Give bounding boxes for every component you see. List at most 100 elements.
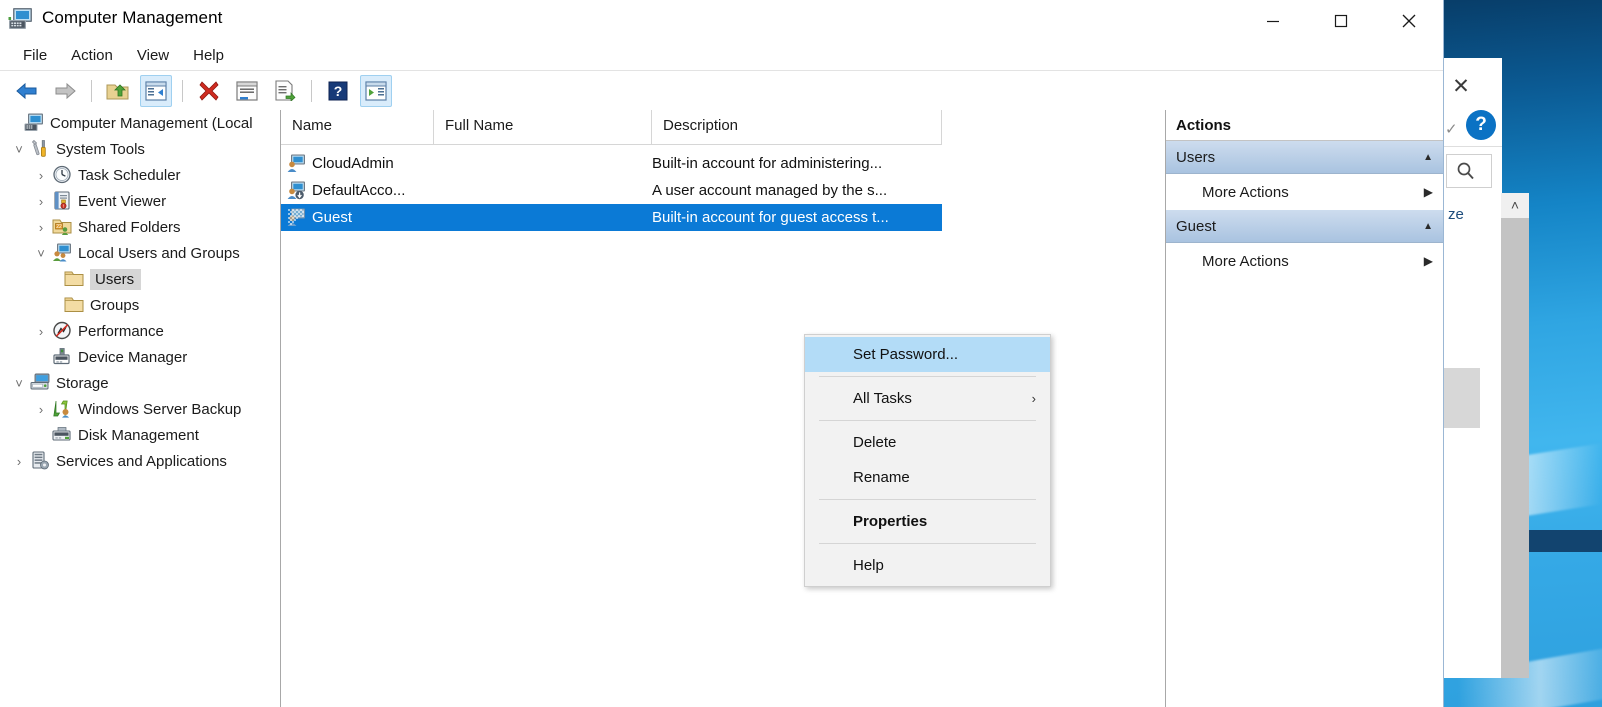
context-menu-item-delete[interactable]: Delete (805, 425, 1050, 460)
actions-item-label: More Actions (1202, 184, 1289, 201)
minimize-icon (1265, 13, 1281, 29)
cell-description: A user account managed by the s... (652, 182, 942, 199)
tree-item-windows-server-backup[interactable]: › Windows Server Backup (0, 396, 280, 422)
svg-text:22: 22 (56, 224, 62, 230)
twisty-collapsed-icon[interactable]: › (30, 168, 52, 183)
context-menu-item-all-tasks[interactable]: All Tasks › (805, 381, 1050, 416)
help-circle-icon[interactable]: ? (1466, 110, 1496, 140)
toolbar: ? (0, 71, 1443, 111)
tree-item-users[interactable]: Users (0, 266, 280, 292)
twisty-collapsed-icon[interactable]: › (30, 402, 52, 417)
context-menu[interactable]: Set Password... All Tasks › Delete Renam… (804, 334, 1051, 587)
table-row[interactable]: CloudAdmin Built-in account for administ… (281, 150, 1165, 177)
twisty-expanded-icon[interactable]: ˅ (8, 376, 30, 391)
twisty-expanded-icon[interactable]: ˅ (30, 246, 52, 261)
show-hide-console-tree-button[interactable] (140, 75, 172, 107)
actions-group-header-guest[interactable]: Guest ▲ (1166, 210, 1443, 243)
menu-bar: File Action View Help (0, 41, 1443, 71)
title-bar: Computer Management (0, 0, 1443, 41)
tree-item-label: Local Users and Groups (78, 245, 246, 262)
users-list-pane[interactable]: Name Full Name Description (281, 110, 1166, 707)
tree-item-disk-management[interactable]: Disk Management (0, 422, 280, 448)
column-header-full-name[interactable]: Full Name (434, 110, 652, 144)
search-input[interactable] (1446, 154, 1492, 188)
tree-item-event-viewer[interactable]: › ! Event Viewer (0, 188, 280, 214)
context-menu-item-properties[interactable]: Properties (805, 504, 1050, 539)
user-name: CloudAdmin (312, 155, 394, 172)
up-one-level-button[interactable] (102, 75, 134, 107)
actions-item-more-actions-guest[interactable]: More Actions ▶ (1166, 243, 1443, 279)
shared-folders-icon: 22 (52, 217, 72, 237)
local-users-groups-icon (52, 243, 72, 263)
menu-view[interactable]: View (126, 44, 180, 67)
delete-button[interactable] (193, 75, 225, 107)
properties-button[interactable] (231, 75, 263, 107)
background-window[interactable]: ✕ ✓ ? ze (1443, 58, 1502, 678)
menu-file[interactable]: File (12, 44, 58, 67)
close-button[interactable] (1379, 0, 1439, 41)
tree-item-services-and-applications[interactable]: › Services and Applications (0, 448, 280, 474)
performance-icon (52, 321, 72, 341)
context-menu-item-label: Rename (853, 469, 910, 486)
properties-icon (236, 81, 258, 101)
context-menu-item-label: Set Password... (853, 346, 958, 363)
twisty-expanded-icon[interactable]: ˅ (8, 142, 30, 157)
context-menu-item-label: All Tasks (853, 390, 912, 407)
minimize-button[interactable] (1243, 0, 1303, 41)
forward-button[interactable] (49, 75, 81, 107)
tree-item-label: Shared Folders (78, 219, 187, 236)
actions-group-header-users[interactable]: Users ▲ (1166, 141, 1443, 174)
context-menu-item-rename[interactable]: Rename (805, 460, 1050, 495)
tree-item-label: Storage (56, 375, 115, 392)
actions-pane-title: Actions (1166, 110, 1443, 141)
actions-item-more-actions-users[interactable]: More Actions ▶ (1166, 174, 1443, 210)
tree-item-system-tools[interactable]: ˅ System Tools (0, 136, 280, 162)
tree-item-computer-management[interactable]: Computer Management (Local (0, 110, 280, 136)
tree-item-groups[interactable]: Groups (0, 292, 280, 318)
chevron-up-icon[interactable]: ▲ (1423, 221, 1433, 232)
twisty-collapsed-icon[interactable]: › (8, 454, 30, 469)
chevron-up-icon[interactable]: ▲ (1423, 152, 1433, 163)
chevron-right-icon: ▶ (1424, 254, 1433, 268)
search-magnifier-icon (1456, 161, 1476, 181)
system-tools-icon (30, 139, 50, 159)
tree-item-local-users-and-groups[interactable]: ˅ Local Users and Groups (0, 240, 280, 266)
column-header-description[interactable]: Description (652, 110, 942, 144)
menu-action[interactable]: Action (60, 44, 124, 67)
folder-icon (64, 269, 84, 289)
context-menu-item-help[interactable]: Help (805, 548, 1050, 583)
tree-item-shared-folders[interactable]: › 22 Shared Folders (0, 214, 280, 240)
cell-name: CloudAdmin (281, 154, 434, 173)
close-icon[interactable]: ✕ (1450, 76, 1472, 98)
export-list-button[interactable] (269, 75, 301, 107)
twisty-collapsed-icon[interactable]: › (30, 194, 52, 209)
tree-item-storage[interactable]: ˅ Storage (0, 370, 280, 396)
context-menu-separator (819, 420, 1036, 421)
scrollbar[interactable]: ˄ (1501, 193, 1529, 678)
cell-description: Built-in account for guest access t... (652, 209, 942, 226)
tree-item-device-manager[interactable]: Device Manager (0, 344, 280, 370)
tree-item-performance[interactable]: › Performance (0, 318, 280, 344)
context-menu-item-set-password[interactable]: Set Password... (805, 337, 1050, 372)
twisty-collapsed-icon[interactable]: › (30, 220, 52, 235)
window-title: Computer Management (42, 8, 223, 28)
tree-item-task-scheduler[interactable]: › Task Scheduler (0, 162, 280, 188)
tree-item-label: Windows Server Backup (78, 401, 247, 418)
disk-management-icon (52, 425, 72, 445)
console-tree-pane[interactable]: Computer Management (Local ˅ System Tool… (0, 110, 281, 707)
actions-group-label: Users (1176, 149, 1215, 166)
twisty-collapsed-icon[interactable]: › (30, 324, 52, 339)
back-button[interactable] (11, 75, 43, 107)
column-header-name[interactable]: Name (281, 110, 434, 144)
help-button[interactable]: ? (322, 75, 354, 107)
menu-help[interactable]: Help (182, 44, 235, 67)
show-hide-action-pane-button[interactable] (360, 75, 392, 107)
actions-pane[interactable]: Actions Users ▲ More Actions ▶ Guest ▲ M… (1166, 110, 1443, 707)
table-row[interactable]: Guest Built-in account for guest access … (281, 204, 942, 231)
table-row[interactable]: DefaultAcco... A user account managed by… (281, 177, 1165, 204)
user-name: Guest (312, 209, 352, 226)
maximize-button[interactable] (1311, 0, 1371, 41)
divider (1444, 146, 1502, 147)
services-apps-icon (30, 451, 50, 471)
scrollbar-up-button[interactable]: ˄ (1501, 193, 1529, 218)
